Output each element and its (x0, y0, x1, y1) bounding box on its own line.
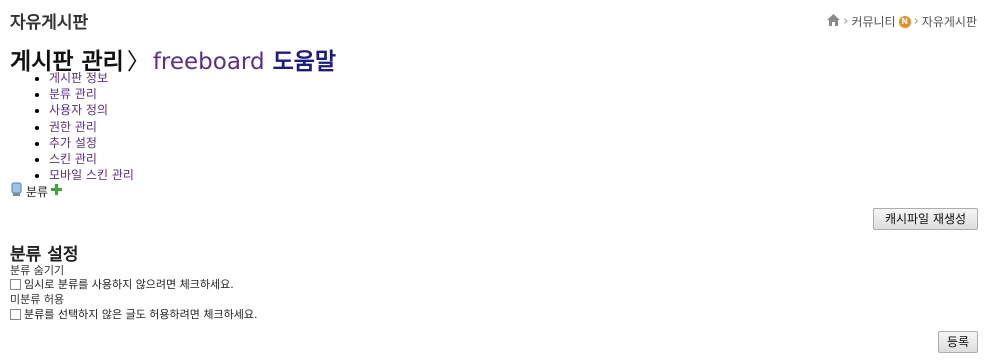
list-item: 게시판 정보 (49, 70, 134, 86)
new-badge: N (898, 15, 911, 28)
help-link[interactable]: 도움말 (273, 49, 336, 75)
category-folder-icon (10, 182, 23, 200)
menu-board-info[interactable]: 게시판 정보 (49, 71, 108, 85)
hide-category-description[interactable]: 임시로 분류를 사용하지 않으려면 체크하세요. (24, 276, 234, 292)
menu-permissions[interactable]: 권한 관리 (49, 120, 97, 134)
allow-uncategorized-option: 분류를 선택하지 않은 글도 허용하려면 체크하세요. (10, 306, 258, 322)
category-label: 분류 (26, 184, 49, 199)
list-item: 사용자 정의 (49, 102, 134, 118)
home-icon[interactable] (827, 14, 841, 29)
hide-category-checkbox[interactable] (10, 278, 21, 290)
board-title: 자유게시판 (10, 13, 89, 33)
heading-module: freeboard (152, 49, 265, 75)
menu-skin[interactable]: 스킨 관리 (49, 152, 97, 166)
plus-icon[interactable] (51, 184, 63, 198)
hide-category-option: 임시로 분류를 사용하지 않으려면 체크하세요. (10, 276, 234, 292)
list-item: 모바일 스킨 관리 (49, 167, 134, 183)
menu-category[interactable]: 분류 관리 (49, 87, 97, 101)
allow-uncategorized-checkbox[interactable] (10, 308, 21, 320)
menu-mobile-skin[interactable]: 모바일 스킨 관리 (49, 168, 134, 182)
breadcrumb: › 커뮤니티 N › 자유게시판 (827, 13, 977, 30)
regenerate-cache-button[interactable]: 캐시파일 재생성 (873, 208, 978, 230)
list-item: 권한 관리 (49, 119, 134, 135)
menu-extra-settings[interactable]: 추가 설정 (49, 136, 97, 150)
chevron-right-icon: › (843, 14, 849, 29)
breadcrumb-current[interactable]: 자유게시판 (922, 13, 977, 30)
submit-button[interactable]: 등록 (938, 331, 978, 353)
allow-uncategorized-description[interactable]: 분류를 선택하지 않은 글도 허용하려면 체크하세요. (24, 306, 258, 322)
list-item: 스킨 관리 (49, 151, 134, 167)
list-item: 추가 설정 (49, 135, 134, 151)
list-item: 분류 관리 (49, 86, 134, 102)
category-tree-root: 분류 (10, 182, 63, 200)
menu-user-defined[interactable]: 사용자 정의 (49, 103, 108, 117)
admin-menu: 게시판 정보 분류 관리 사용자 정의 권한 관리 추가 설정 스킨 관리 모바… (30, 70, 134, 183)
allow-uncategorized-label: 미분류 허용 (10, 293, 65, 306)
chevron-right-icon: › (913, 14, 919, 29)
breadcrumb-community[interactable]: 커뮤니티 (851, 13, 895, 30)
